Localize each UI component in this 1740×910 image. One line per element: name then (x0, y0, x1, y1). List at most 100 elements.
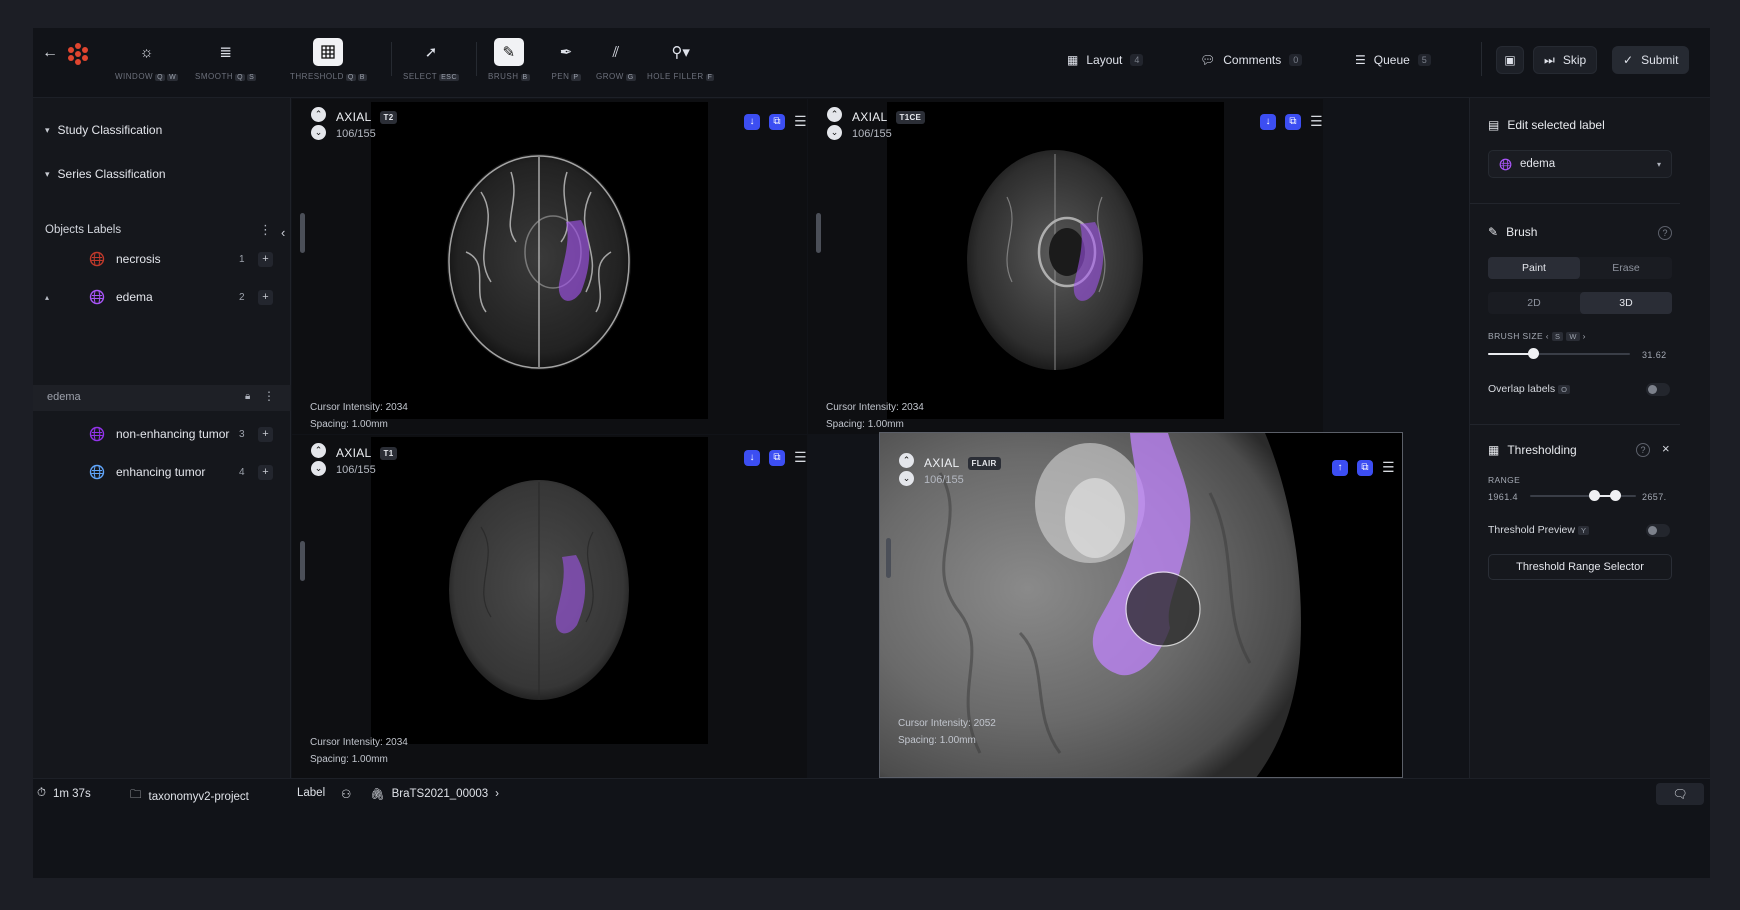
slice-down-icon[interactable]: ⌄ (311, 125, 326, 140)
mode-3d-option[interactable]: 3D (1580, 292, 1672, 314)
tool-hole-filler[interactable]: ⚲▾ HOLE FILLER F (647, 38, 715, 90)
tool-grow[interactable]: ⫽ GROW G (596, 38, 636, 90)
erase-option[interactable]: Erase (1580, 257, 1672, 279)
threshold-range-slider[interactable] (1530, 489, 1636, 503)
status-bar: ⏱ 1m 37s 🗀 taxonomyv2-project Label ⚇ 🖇︎ Br… (33, 778, 1710, 808)
viewport-t2[interactable]: ⌃ ⌄ AXIAL T2 106/155 ↓ ⧉ ☰ Cursor Intensi… (292, 99, 807, 434)
spacing: Spacing: 1.00mm (310, 754, 388, 765)
label-row-necrosis[interactable]: necrosis 1 + (33, 244, 291, 274)
back-button[interactable]: ← (42, 44, 58, 62)
hierarchy-icon[interactable]: ⚇ (341, 787, 351, 801)
overlap-labels-toggle[interactable] (1646, 383, 1670, 396)
grid-icon: ▦ (1488, 443, 1500, 457)
threshold-preview-toggle[interactable] (1646, 524, 1670, 537)
comment-icon: 💬︎ (1200, 53, 1216, 67)
range-high-knob[interactable] (1609, 490, 1621, 501)
comments-button[interactable]: 💬︎ Comments 0 (1190, 46, 1312, 74)
upload-icon[interactable]: ↑ (1332, 460, 1348, 476)
viewport-t1ce[interactable]: ⌃ ⌄ AXIAL T1CE 106/155 ↓ ⧉ ☰ Cursor Inten… (808, 99, 1323, 434)
image-canvas[interactable] (371, 437, 708, 744)
label-select[interactable]: edema ▾ (1488, 150, 1672, 178)
spacing: Spacing: 1.00mm (310, 419, 388, 430)
add-instance-button[interactable]: + (258, 464, 273, 480)
chat-button[interactable]: 🗨︎ (1656, 783, 1704, 805)
viewport-scrollbar[interactable] (300, 541, 305, 581)
viewport-menu-icon[interactable]: ☰ (794, 114, 807, 128)
objects-labels-menu-icon[interactable]: ⋮ (259, 223, 272, 236)
submit-button[interactable]: ✓ Submit (1612, 46, 1690, 74)
tool-smooth[interactable]: ≣ SMOOTH Q S (195, 38, 257, 90)
sequence-badge: T1CE (895, 110, 926, 124)
mode-2d-option[interactable]: 2D (1488, 292, 1580, 314)
label-row-enhancing-tumor[interactable]: enhancing tumor 4 + (33, 457, 291, 487)
sync-icon[interactable]: ⧉ (1357, 460, 1373, 476)
download-icon[interactable]: ↓ (744, 450, 760, 466)
viewport-t1[interactable]: ⌃ ⌄ AXIAL T1 106/155 ↓ ⧉ ☰ Cursor Intensi… (292, 435, 807, 778)
case-breadcrumb[interactable]: 🖇︎ BraTS2021_00003 › (370, 787, 499, 801)
edema-label-icon (1499, 158, 1512, 170)
lock-icon[interactable]: 🔒︎ (245, 391, 250, 402)
sync-icon[interactable]: ⧉ (769, 450, 785, 466)
add-instance-button[interactable]: + (258, 251, 273, 267)
cursor-icon: ➚ (424, 44, 438, 61)
image-canvas[interactable] (887, 102, 1224, 419)
slice-up-icon[interactable]: ⌃ (311, 443, 326, 458)
download-icon[interactable]: ↓ (744, 114, 760, 130)
project-link[interactable]: 🗀 taxonomyv2-project (130, 787, 249, 806)
close-icon[interactable]: × (1662, 441, 1670, 456)
instance-menu-icon[interactable]: ⋮ (263, 389, 275, 403)
image-canvas[interactable] (371, 102, 708, 419)
viewport-scrollbar[interactable] (300, 213, 305, 253)
add-instance-button[interactable]: + (258, 426, 273, 442)
panel-toggle-button[interactable]: ▣ (1496, 46, 1524, 74)
sync-icon[interactable]: ⧉ (769, 114, 785, 130)
skip-button[interactable]: ⏭ Skip (1533, 46, 1598, 74)
series-classification-section[interactable]: ▾ Series Classification (45, 167, 166, 181)
sync-icon[interactable]: ⧉ (1285, 114, 1301, 130)
thresholding-heading: ▦ Thresholding (1488, 443, 1577, 457)
viewport-menu-icon[interactable]: ☰ (1310, 114, 1323, 128)
study-classification-section[interactable]: ▾ Study Classification (45, 123, 162, 137)
help-icon[interactable]: ? (1636, 443, 1650, 457)
viewport-menu-icon[interactable]: ☰ (1382, 460, 1395, 474)
viewport-scrollbar[interactable] (816, 213, 821, 253)
slice-down-icon[interactable]: ⌄ (311, 461, 326, 476)
viewport-flair-active[interactable]: ⌃ ⌄ AXIAL FLAIR 106/155 ↑ ⧉ ☰ Cursor Inte… (879, 432, 1403, 778)
range-label: RANGE (1488, 475, 1521, 485)
viewport-menu-icon[interactable]: ☰ (794, 450, 807, 464)
range-low-knob[interactable] (1588, 490, 1600, 501)
threshold-range-selector-button[interactable]: Threshold Range Selector (1488, 554, 1672, 580)
paint-option[interactable]: Paint (1488, 257, 1580, 279)
application-window: ← ☼ WINDOW Q W ≣ SMOOTH Q S THRESHOLD Q B ➚ SE… (33, 28, 1710, 878)
timer: ⏱ 1m 37s (37, 787, 91, 800)
brush-size-slider[interactable] (1488, 347, 1630, 361)
slice-up-icon[interactable]: ⌃ (827, 107, 842, 122)
slice-up-icon[interactable]: ⌃ (311, 107, 326, 122)
label-row-non-enhancing-tumor[interactable]: non-enhancing tumor 3 + (33, 419, 291, 449)
app-root: ← ☼ WINDOW Q W ≣ SMOOTH Q S THRESHOLD Q B ➚ SE… (0, 0, 1740, 910)
slice-down-icon[interactable]: ⌄ (827, 125, 842, 140)
brush-size-knob[interactable] (1528, 348, 1540, 359)
tool-brush[interactable]: ✎ BRUSH B (488, 38, 530, 90)
view-name: AXIAL (336, 446, 372, 460)
tool-select[interactable]: ➚ SELECT ESC (403, 38, 460, 90)
collapse-sidebar-icon[interactable]: ‹ (281, 225, 285, 240)
queue-button[interactable]: ☰ Queue 5 (1345, 46, 1441, 74)
necrosis-label-icon (89, 251, 105, 267)
label-instance-edema[interactable]: edema 🔒︎ ⋮ (33, 385, 291, 411)
grid-icon (313, 38, 344, 66)
viewport-scrollbar[interactable] (886, 538, 891, 578)
layout-count: 4 (1130, 54, 1144, 66)
enhancing-tumor-label-icon (89, 464, 105, 480)
add-instance-button[interactable]: + (258, 289, 273, 305)
help-icon[interactable]: ? (1658, 226, 1672, 240)
slice-down-icon[interactable]: ⌄ (899, 471, 914, 486)
tool-window[interactable]: ☼ WINDOW Q W (115, 38, 179, 90)
slice-up-icon[interactable]: ⌃ (899, 453, 914, 468)
label-row-edema[interactable]: ▴ edema 2 + (33, 282, 291, 312)
tool-pen[interactable]: ✒ PEN P (551, 38, 581, 90)
chevron-down-icon: ▾ (45, 124, 50, 135)
tool-threshold[interactable]: THRESHOLD Q B (290, 38, 367, 90)
download-icon[interactable]: ↓ (1260, 114, 1276, 130)
layout-button[interactable]: ▦ Layout 4 (1057, 46, 1153, 74)
